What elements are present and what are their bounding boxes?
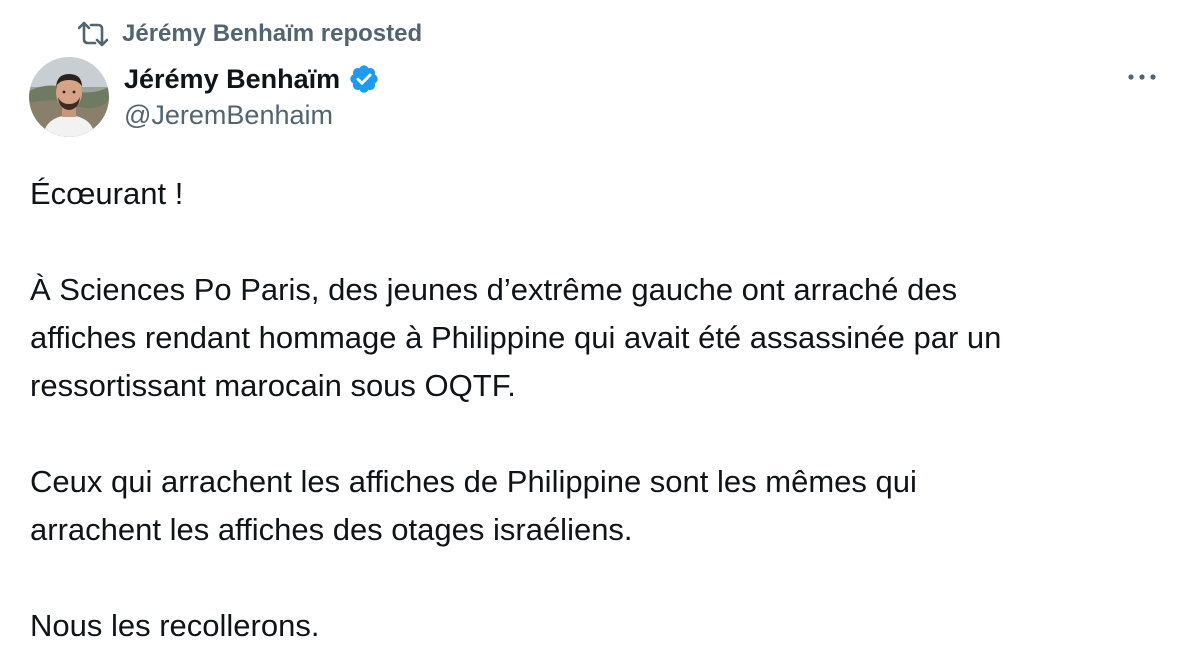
author-name-row[interactable]: Jérémy Benhaïm — [124, 60, 380, 98]
repost-indicator[interactable]: Jérémy Benhaïm reposted — [78, 19, 422, 49]
more-horizontal-icon — [1128, 74, 1156, 80]
tweet-card[interactable]: Jérémy Benhaïm reposted Jérémy Benhaïm @… — [0, 0, 1184, 658]
tweet-line: Écœurant ! — [30, 176, 184, 211]
verified-badge-icon[interactable] — [348, 63, 380, 95]
avatar[interactable] — [29, 57, 109, 137]
tweet-line: ressortissant marocain sous OQTF. — [30, 368, 516, 403]
tweet-line: Ceux qui arrachent les affiches de Phili… — [30, 464, 917, 499]
author-handle[interactable]: @JeremBenhaim — [124, 100, 333, 131]
repost-icon — [78, 19, 108, 49]
tweet-line: À Sciences Po Paris, des jeunes d’extrêm… — [30, 272, 958, 307]
author-name[interactable]: Jérémy Benhaïm — [124, 64, 340, 95]
tweet-text: Écœurant ! À Sciences Po Paris, des jeun… — [30, 170, 1160, 650]
more-options-button[interactable] — [1120, 60, 1164, 94]
tweet-line: Nous les recollerons. — [30, 608, 320, 643]
tweet-line: affiches rendant hommage à Philippine qu… — [30, 320, 1002, 355]
repost-label: Jérémy Benhaïm reposted — [122, 20, 423, 47]
tweet-line: arrachent les affiches des otages israél… — [30, 512, 633, 547]
